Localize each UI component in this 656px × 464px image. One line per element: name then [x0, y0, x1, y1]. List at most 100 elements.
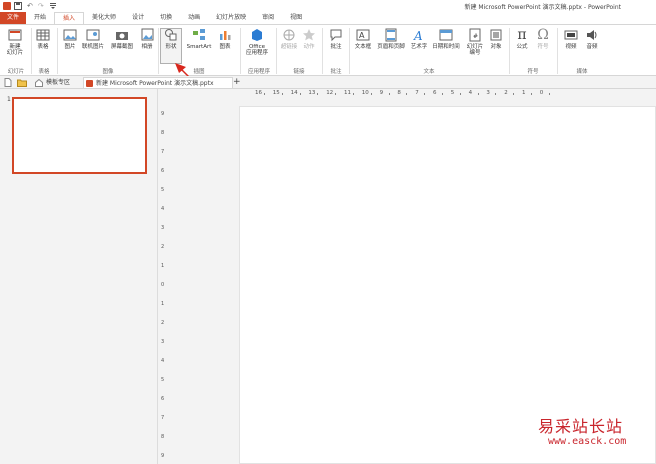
video-button[interactable]: 视频 — [562, 28, 580, 50]
speaker-icon — [587, 30, 597, 40]
video-icon — [564, 30, 578, 40]
divider — [509, 28, 510, 74]
ruler-tick-label: 6 — [433, 90, 437, 96]
office-store-icon — [252, 29, 262, 41]
tab-home[interactable]: 开始 — [26, 12, 54, 24]
group-slides-label: 幻灯片 — [7, 69, 25, 75]
ruler-tick — [495, 93, 497, 95]
ruler-tick — [442, 93, 443, 95]
document-tab-bar: 模板专区 新建 Microsoft PowerPoint 演示文稿.pptx + — [0, 76, 656, 89]
tab-review[interactable]: 审阅 — [254, 12, 282, 24]
slide-thumbnail[interactable] — [12, 97, 147, 174]
ruler-tick-label: 8 — [397, 90, 401, 96]
hyperlink-button[interactable]: 超链接 — [279, 28, 299, 50]
group-comments-label: 批注 — [330, 69, 342, 75]
chart-icon — [220, 31, 231, 40]
ruler-tick — [264, 93, 265, 95]
tab-design[interactable]: 设计 — [124, 12, 152, 24]
online-picture-button[interactable]: 联机图片 — [80, 28, 106, 50]
ruler-tick — [424, 93, 426, 95]
divider — [557, 28, 558, 74]
ruler-tick-label: 7 — [161, 415, 165, 421]
new-document-icon[interactable] — [4, 78, 12, 87]
divider — [240, 28, 241, 74]
album-button[interactable]: 相册 — [138, 28, 156, 50]
open-folder-icon[interactable] — [17, 78, 27, 87]
wordart-icon: A — [413, 29, 423, 42]
ruler-tick — [299, 93, 301, 95]
slide-editing-area[interactable] — [239, 106, 656, 464]
textbox-button[interactable]: A 文本框 — [352, 28, 374, 50]
slide-number-icon: # — [469, 28, 481, 42]
svg-text:A: A — [359, 31, 365, 40]
action-button[interactable]: 动作 — [301, 28, 317, 50]
tab-beautify[interactable]: 美化大师 — [84, 12, 124, 24]
add-tab-button[interactable]: + — [230, 77, 241, 88]
tab-view[interactable]: 视图 — [282, 12, 310, 24]
ribbon-tabs: 文件 开始 插入 美化大师 设计 切换 动画 幻灯片放映 审阅 视图 — [0, 12, 656, 24]
tab-file[interactable]: 文件 — [0, 12, 27, 24]
header-footer-icon — [385, 28, 397, 42]
divider — [322, 28, 323, 74]
ruler-tick-label: 4 — [161, 206, 165, 212]
group-tables-label: 表格 — [38, 69, 50, 75]
ruler-tick-label: 0 — [539, 90, 544, 96]
document-tab-active[interactable]: 新建 Microsoft PowerPoint 演示文稿.pptx — [83, 77, 233, 88]
globe-link-icon — [283, 29, 295, 41]
picture-button[interactable]: 图片 — [61, 28, 79, 50]
screenshot-button[interactable]: 屏幕截图 — [108, 28, 136, 50]
new-slide-button[interactable]: 新建 幻灯片 — [4, 28, 26, 56]
shapes-icon — [165, 29, 177, 41]
smartart-icon — [193, 29, 205, 40]
template-tab[interactable]: 模板专区 — [34, 77, 80, 88]
tab-insert[interactable]: 插入 — [54, 12, 85, 24]
comment-button[interactable]: 批注 — [326, 28, 346, 50]
header-footer-button[interactable]: 页眉和页脚 — [375, 28, 407, 50]
svg-text:A: A — [413, 29, 423, 42]
symbol-button[interactable]: Ω 符号 — [534, 28, 552, 50]
tab-transitions[interactable]: 切换 — [152, 12, 180, 24]
vertical-ruler: 9 8 7 6 5 4 3 2 1 0 1 2 3 4 5 6 7 8 9 — [158, 89, 170, 464]
smartart-button[interactable]: SmartArt — [184, 28, 214, 50]
ruler-tick-label: 11 — [344, 90, 351, 96]
new-slide-icon — [8, 29, 22, 41]
ruler-tick-label: 5 — [450, 90, 455, 96]
ruler-tick — [388, 93, 390, 95]
picture-icon — [63, 29, 77, 41]
window-title: 新建 Microsoft PowerPoint 演示文稿.pptx - Powe… — [464, 4, 621, 11]
object-button[interactable]: 对象 — [487, 28, 505, 50]
comment-icon — [330, 29, 342, 42]
divider — [31, 28, 32, 74]
datetime-button[interactable]: 日期和时间 — [430, 28, 462, 50]
ruler-tick-label: 1 — [161, 263, 165, 269]
watermark-url: www.easck.com — [548, 436, 627, 447]
textbox-icon: A — [356, 29, 370, 41]
ruler-tick-label: 8 — [161, 434, 165, 440]
tab-slideshow[interactable]: 幻灯片放映 — [208, 12, 254, 24]
shapes-button[interactable]: 形状 — [162, 28, 180, 50]
ruler-tick — [406, 93, 408, 95]
pptx-file-icon — [86, 80, 93, 87]
slide-number-button[interactable]: # 幻灯片 编号 — [464, 28, 486, 56]
slide-number-label: 1 — [7, 96, 11, 103]
ruler-tick-label: 2 — [504, 90, 508, 96]
audio-button[interactable]: 音频 — [583, 28, 601, 50]
ruler-tick-label: 10 — [361, 90, 369, 96]
ruler-tick — [513, 93, 515, 95]
divider — [276, 28, 277, 74]
ruler-tick-label: 9 — [161, 111, 165, 117]
star-action-icon — [303, 29, 315, 41]
title-bar: ↶ ↷ 新建 Microsoft PowerPoint 演示文稿.pptx - … — [0, 0, 656, 12]
chart-button[interactable]: 图表 — [216, 28, 234, 50]
photo-album-icon — [141, 28, 154, 41]
ruler-tick-label: 4 — [161, 358, 165, 364]
office-apps-button[interactable]: Office 应用程序 — [243, 28, 271, 56]
omega-symbol-icon: Ω — [537, 27, 549, 43]
equation-button[interactable]: π 公式 — [513, 28, 531, 50]
wordart-button[interactable]: A 艺术字 — [409, 28, 429, 50]
ruler-tick-label: 6 — [161, 396, 165, 402]
object-icon — [490, 29, 502, 41]
ruler-tick — [370, 93, 372, 95]
table-button[interactable]: 表格 — [35, 28, 51, 50]
tab-animations[interactable]: 动画 — [180, 12, 208, 24]
